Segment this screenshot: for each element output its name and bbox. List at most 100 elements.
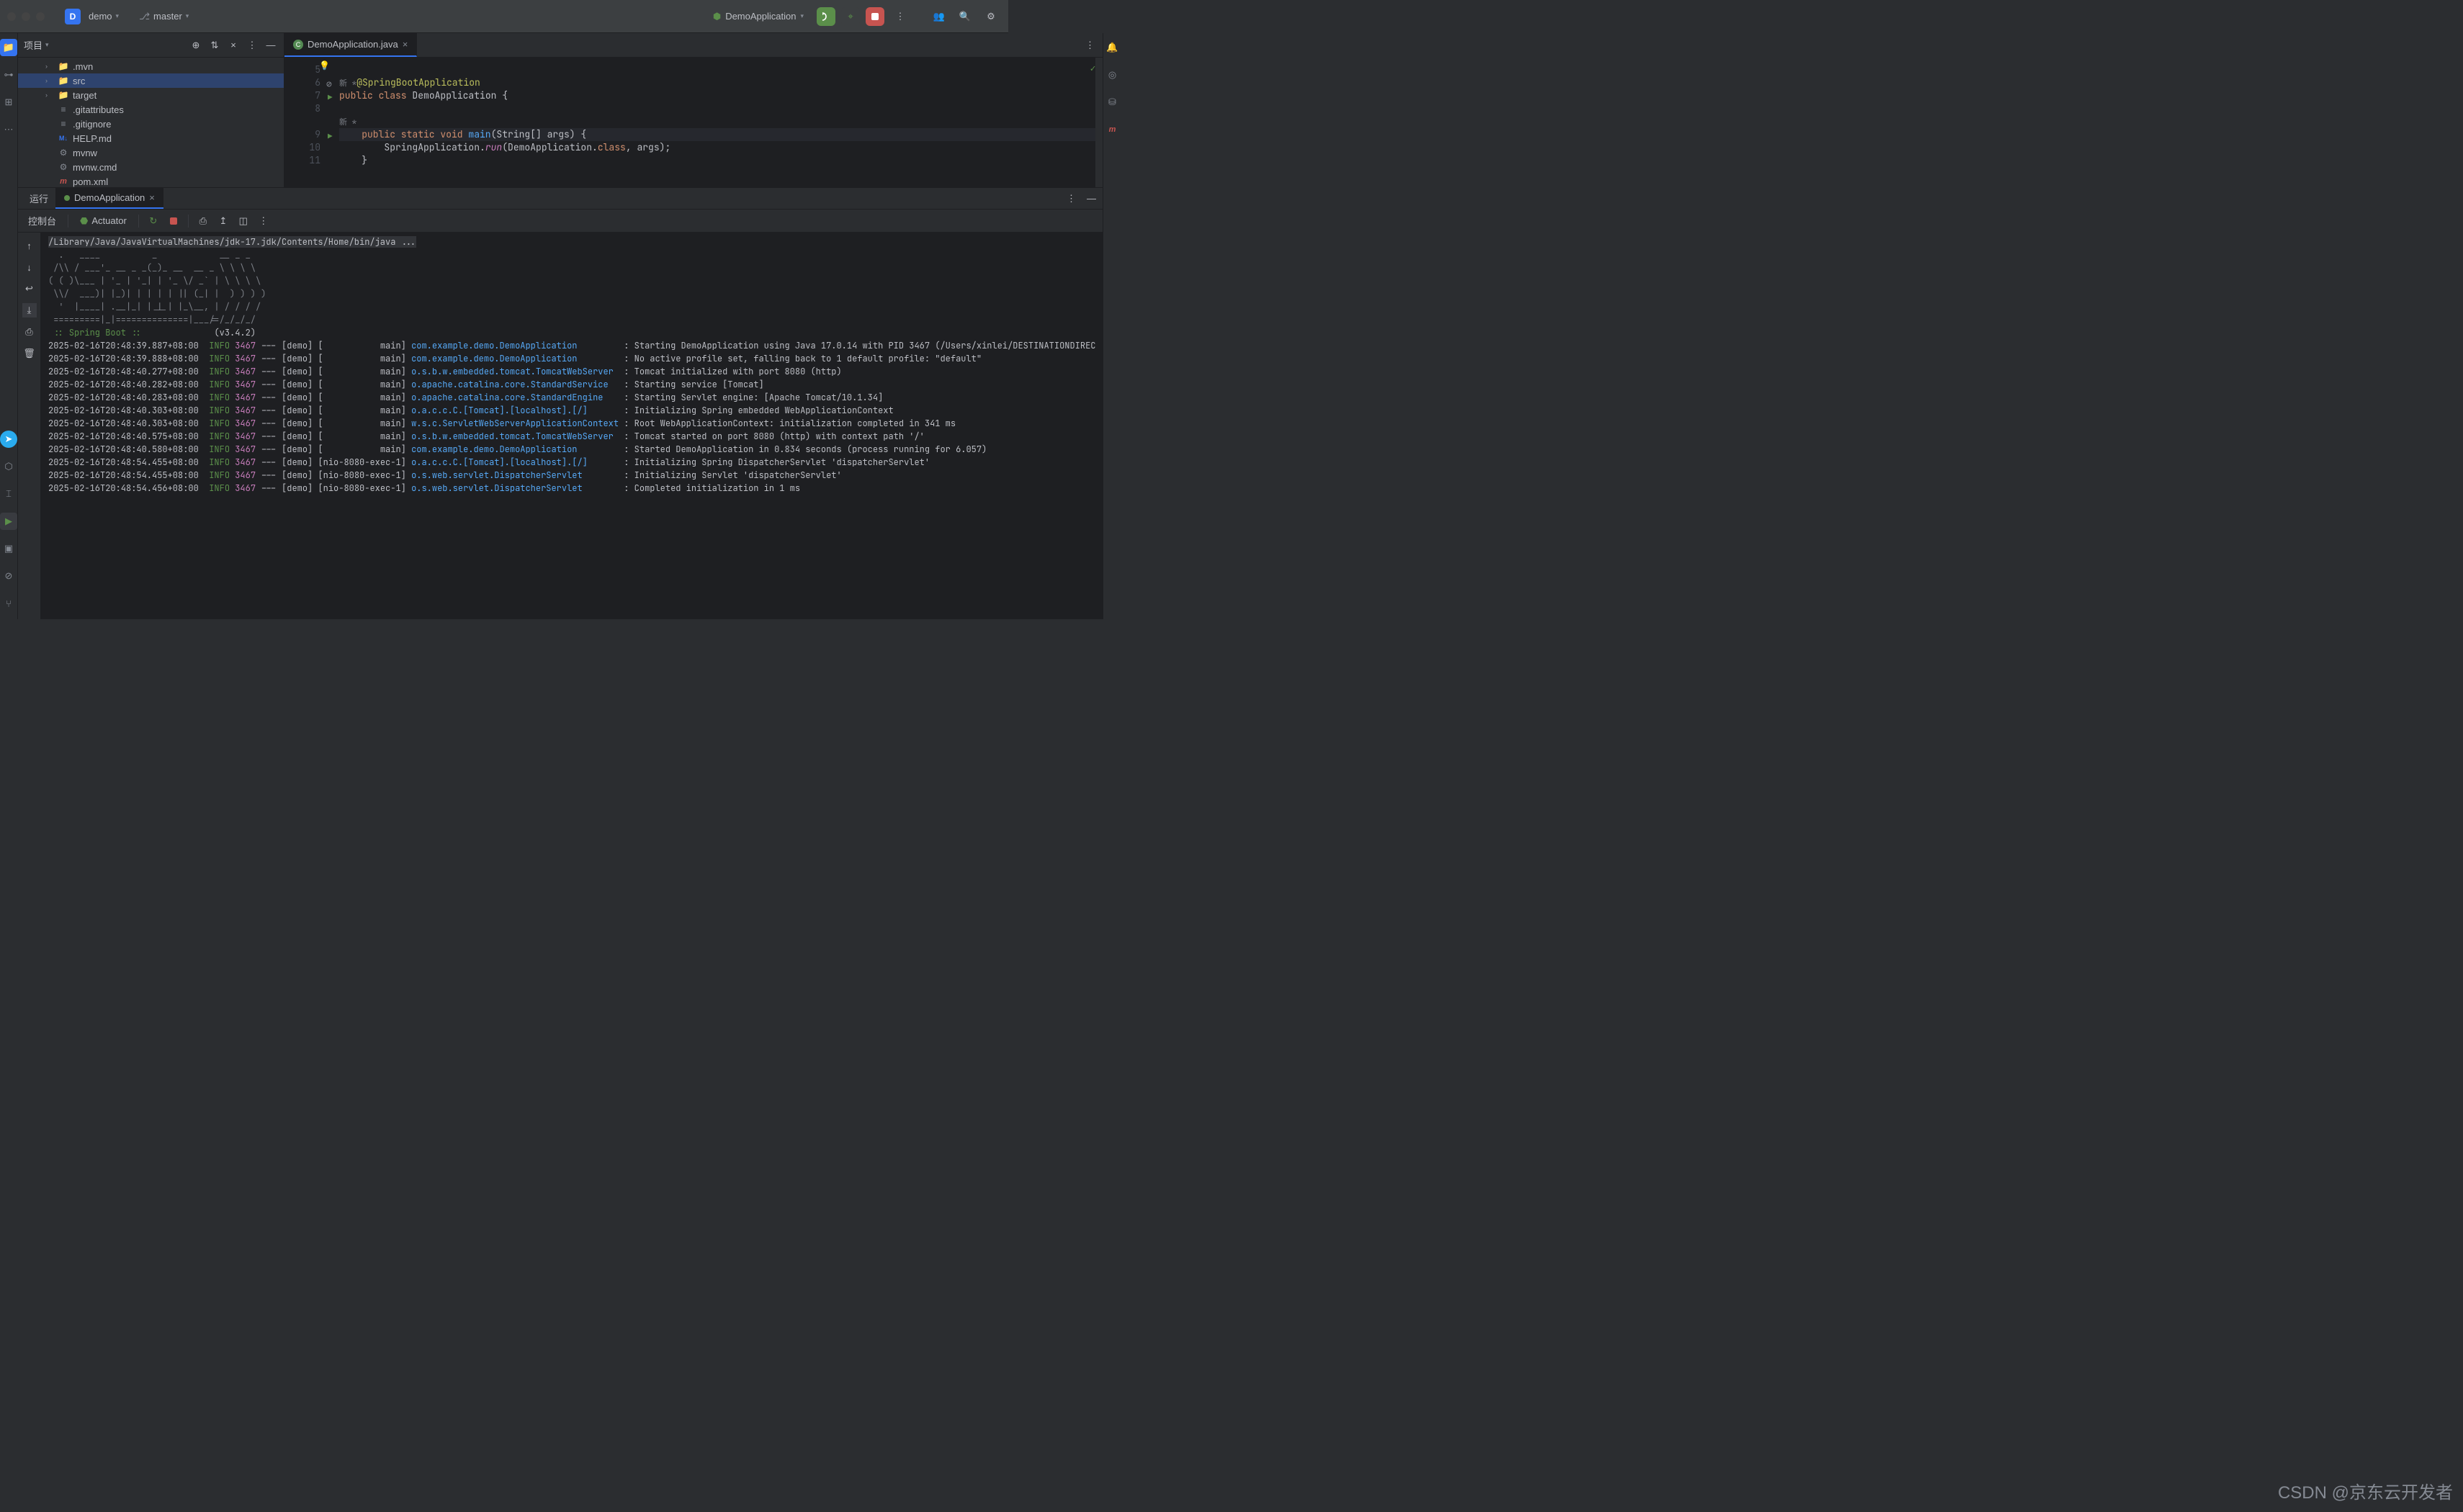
code-area[interactable]: 新 *@SpringBootApplicationpublic class De… bbox=[339, 58, 1103, 187]
close-run-tab[interactable]: × bbox=[149, 192, 155, 203]
close-window[interactable] bbox=[7, 12, 16, 21]
more-tools[interactable]: ⋯ bbox=[0, 121, 17, 138]
settings[interactable]: ⚙ bbox=[981, 6, 1001, 27]
chevron-down-icon: ▾ bbox=[800, 12, 804, 20]
clear-console[interactable]: 🗑 bbox=[22, 346, 37, 361]
maven-tool[interactable]: m bbox=[1103, 121, 1121, 138]
scroll-up[interactable]: ↑ bbox=[22, 238, 37, 253]
tree-row[interactable]: ›📁.mvn bbox=[18, 59, 284, 73]
console-line: 2025-02-16T20:48:54.455+08:00 INFO 3467 … bbox=[48, 456, 1095, 469]
panel-title[interactable]: 项目 ▾ bbox=[24, 38, 49, 52]
minimize-panel[interactable]: — bbox=[264, 38, 278, 53]
run-button[interactable] bbox=[817, 7, 835, 26]
tree-row[interactable]: M↓HELP.md bbox=[18, 131, 284, 145]
close-tab[interactable]: × bbox=[403, 39, 408, 50]
expand-all[interactable]: ⇅ bbox=[207, 38, 222, 53]
tree-row[interactable]: ≡.gitignore bbox=[18, 117, 284, 131]
rerun-button[interactable]: ↻ bbox=[146, 214, 161, 228]
tree-row[interactable]: mpom.xml bbox=[18, 174, 284, 187]
console-tab[interactable]: 控制台 bbox=[24, 214, 60, 228]
screenshot-button[interactable]: ⎙ bbox=[196, 214, 210, 228]
tree-arrow-icon[interactable]: › bbox=[45, 63, 54, 70]
ellipsis-icon: ⋯ bbox=[4, 124, 14, 135]
more-actions[interactable]: ⋮ bbox=[890, 6, 910, 27]
gear-icon: ⚙ bbox=[987, 11, 995, 22]
database-tool[interactable]: ⛁ bbox=[1103, 94, 1121, 111]
collapse-all[interactable]: × bbox=[226, 38, 241, 53]
problems-tool[interactable]: ⊘ bbox=[0, 567, 17, 585]
code-line[interactable]: 新 *@SpringBootApplication bbox=[339, 76, 1103, 89]
tree-item-label: src bbox=[73, 76, 85, 86]
telegram-tool[interactable]: ➤ bbox=[0, 431, 17, 448]
console-line: . ____ _ __ _ _ bbox=[48, 248, 1095, 261]
chevron-down-icon: ▾ bbox=[186, 12, 189, 20]
code-line[interactable]: 💡新 * bbox=[339, 115, 1103, 128]
services-tool[interactable]: ⬡ bbox=[0, 458, 17, 475]
vcs-branch-selector[interactable]: ⎇ master ▾ bbox=[133, 8, 194, 25]
code-line[interactable] bbox=[339, 63, 1103, 76]
run-config-selector[interactable]: ⬢ DemoApplication ▾ bbox=[706, 8, 811, 25]
commit-icon: ⊶ bbox=[4, 69, 14, 81]
run-config-name: DemoApplication bbox=[725, 11, 796, 22]
stop-process-button[interactable] bbox=[166, 214, 181, 228]
line-gutter[interactable]: 567891011 bbox=[284, 58, 326, 187]
commit-tool[interactable]: ⊶ bbox=[0, 66, 17, 84]
tree-row[interactable]: ⚙mvnw bbox=[18, 145, 284, 160]
layout-button[interactable]: ◫ bbox=[236, 214, 251, 228]
intention-bulb-icon[interactable]: 💡 bbox=[319, 59, 330, 72]
project-selector[interactable]: D demo ▾ bbox=[59, 6, 125, 27]
code-line[interactable]: public static void main(String[] args) { bbox=[339, 128, 1103, 141]
code-line[interactable]: public class DemoApplication { bbox=[339, 89, 1103, 102]
panel-options[interactable]: ⋮ bbox=[245, 38, 259, 53]
left-tool-rail: 📁 ⊶ ⊞ ⋯ ➤ ⬡ ⌶ ▶ ▣ ⊘ ⑂ bbox=[0, 33, 18, 619]
export-button[interactable]: ↥ bbox=[216, 214, 230, 228]
stop-button[interactable] bbox=[866, 7, 884, 26]
watermark: CSDN @京东云开发者 bbox=[2278, 1478, 2453, 1503]
terminal-tool[interactable]: ⌶ bbox=[0, 485, 17, 503]
tree-row[interactable]: ›📁target bbox=[18, 88, 284, 102]
console-output[interactable]: /Library/Java/JavaVirtualMachines/jdk-17… bbox=[41, 233, 1103, 619]
hide-run-panel[interactable]: — bbox=[1084, 192, 1098, 206]
editor-tab[interactable]: C DemoApplication.java × bbox=[284, 33, 417, 57]
scroll-down[interactable]: ↓ bbox=[22, 260, 37, 274]
project-tool[interactable]: 📁 bbox=[0, 39, 17, 56]
editor-scrollbar[interactable] bbox=[1095, 58, 1103, 187]
tree-row[interactable]: ›📁src bbox=[18, 73, 284, 88]
code-line[interactable] bbox=[339, 102, 1103, 115]
select-opened-file[interactable]: ⊕ bbox=[189, 38, 203, 53]
tree-arrow-icon[interactable]: › bbox=[45, 91, 54, 99]
debug-button[interactable]: ⌖ bbox=[841, 7, 860, 26]
code-line[interactable]: SpringApplication.run(DemoApplication.cl… bbox=[339, 141, 1103, 154]
code-line[interactable]: } bbox=[339, 154, 1103, 167]
build-tool[interactable]: ▣ bbox=[0, 540, 17, 557]
maximize-window[interactable] bbox=[36, 12, 45, 21]
ai-icon: ◎ bbox=[1108, 69, 1116, 81]
toolbar-more[interactable]: ⋮ bbox=[256, 214, 271, 228]
run-config-tab[interactable]: DemoApplication × bbox=[55, 188, 163, 209]
tree-row[interactable]: ⚙mvnw.cmd bbox=[18, 160, 284, 174]
actuator-tab[interactable]: ⬣ Actuator bbox=[76, 215, 131, 227]
tree-arrow-icon[interactable]: › bbox=[45, 77, 54, 84]
print[interactable]: ⎙ bbox=[22, 325, 37, 339]
editor-options[interactable]: ⋮ bbox=[1082, 38, 1097, 53]
run-panel-options[interactable]: ⋮ bbox=[1064, 192, 1078, 206]
soft-wrap[interactable]: ↩ bbox=[22, 282, 37, 296]
gutter-icons[interactable]: ⊘▶▶ bbox=[326, 58, 339, 187]
tree-row[interactable]: ≡.gitattributes bbox=[18, 102, 284, 117]
wrap-icon: ↩ bbox=[25, 283, 33, 294]
target-icon: ⊕ bbox=[192, 40, 200, 51]
editor-body[interactable]: 567891011 ⊘▶▶ 新 *@SpringBootApplicationp… bbox=[284, 58, 1103, 187]
scroll-to-end[interactable]: ⤓ bbox=[22, 303, 37, 318]
project-tree[interactable]: ›📁.mvn›📁src›📁target≡.gitattributes≡.giti… bbox=[18, 58, 284, 187]
search-everywhere[interactable]: 🔍 bbox=[955, 6, 975, 27]
structure-icon: ⊞ bbox=[5, 96, 13, 108]
vcs-tool[interactable]: ⑂ bbox=[0, 595, 17, 612]
code-with-me[interactable]: 👥 bbox=[929, 6, 949, 27]
inspection-ok-icon[interactable]: ✓ bbox=[1090, 62, 1096, 74]
structure-tool[interactable]: ⊞ bbox=[0, 94, 17, 111]
run-tool[interactable]: ▶ bbox=[0, 513, 17, 530]
notifications-tool[interactable]: 🔔 bbox=[1103, 39, 1121, 56]
minimize-window[interactable] bbox=[22, 12, 30, 21]
ai-assistant-tool[interactable]: ◎ bbox=[1103, 66, 1121, 84]
print-icon: ⎙ bbox=[25, 326, 32, 338]
